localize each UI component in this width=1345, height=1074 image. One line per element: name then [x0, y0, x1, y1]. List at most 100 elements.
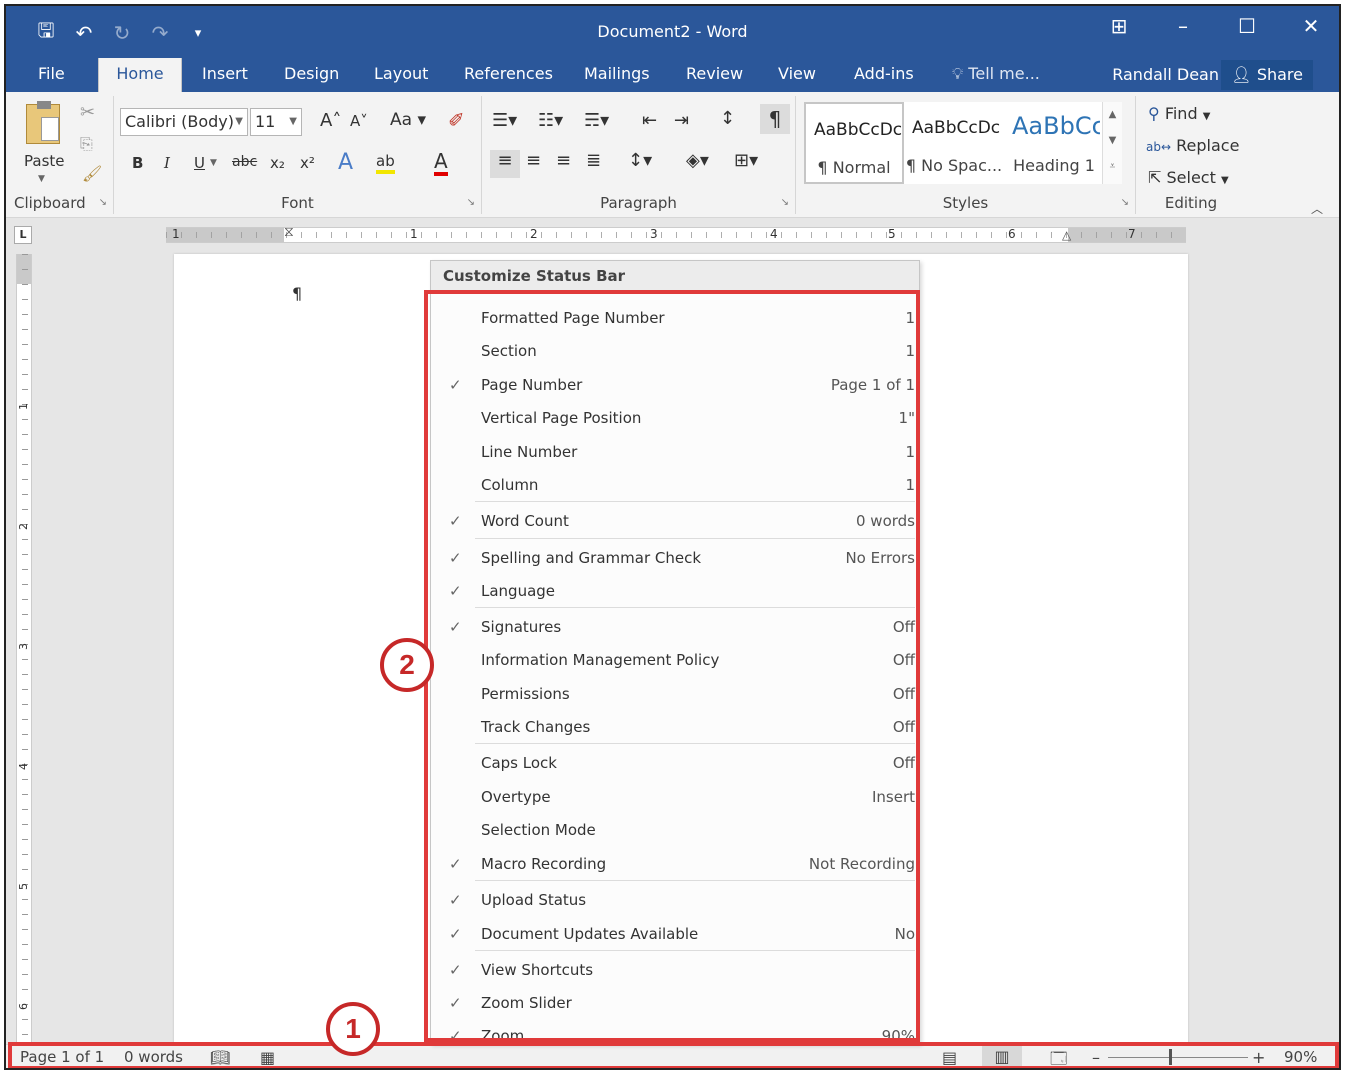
vertical-ruler[interactable]: 1 2 3 4 5 6	[16, 254, 32, 1044]
clear-formatting-icon[interactable]: ✐	[448, 108, 465, 132]
tab-design[interactable]: Design	[270, 58, 353, 92]
ribbon-home: Paste ▼ ✂ ⎘ 🖌︎ Clipboard ↘ Calibri (Body…	[6, 92, 1339, 218]
align-left-icon[interactable]: ≡	[490, 150, 520, 178]
underline-button[interactable]: U	[194, 154, 205, 172]
bold-button[interactable]: B	[132, 154, 143, 172]
sort-icon[interactable]: ↕	[720, 108, 735, 129]
line-spacing-icon[interactable]: ↕▾	[628, 150, 652, 171]
ruler-number: 6	[1008, 227, 1016, 241]
superscript-button[interactable]: x²	[300, 154, 315, 172]
maximize-icon[interactable]: ☐	[1233, 14, 1261, 38]
font-name-combo[interactable]: Calibri (Body) ▼	[120, 108, 248, 136]
style-name: ¶ No Spac...	[905, 156, 1003, 175]
text-effects-icon[interactable]: A	[338, 150, 353, 175]
font-size-combo[interactable]: 11 ▼	[250, 108, 302, 136]
collapse-ribbon-icon[interactable]: ︿	[1311, 200, 1323, 217]
gallery-more-icon[interactable]: ⩡	[1103, 154, 1122, 180]
decrease-indent-icon[interactable]: ⇤	[642, 110, 657, 131]
bullets-icon[interactable]: ☰▾	[492, 110, 517, 131]
paste-dropdown-icon[interactable]: ▼	[38, 174, 45, 184]
tab-home[interactable]: Home	[98, 58, 182, 92]
find-label: Find	[1164, 104, 1198, 123]
tab-layout[interactable]: Layout	[360, 58, 442, 92]
multilevel-list-icon[interactable]: ☴▾	[584, 110, 609, 131]
tab-insert[interactable]: Insert	[188, 58, 262, 92]
highlight-icon[interactable]: ab	[376, 152, 395, 174]
tab-view[interactable]: View	[764, 58, 830, 92]
replace-button[interactable]: ab↔ Replace	[1146, 136, 1239, 155]
paragraph-mark-icon: ¶	[292, 284, 303, 303]
ribbon-tabs: File Home Insert Design Layout Reference…	[6, 58, 1339, 92]
ruler-number: 1	[410, 227, 418, 241]
group-font: Calibri (Body) ▼ 11 ▼ A˄ A˅ Aa ▾ ✐ B I U ▼…	[114, 96, 482, 214]
select-button[interactable]: ⇱ Select ▼	[1148, 168, 1229, 187]
subscript-button[interactable]: x₂	[270, 154, 285, 172]
style-sample: AaBbCc	[1012, 112, 1100, 140]
ruler-number: 4	[770, 227, 778, 241]
numbering-icon[interactable]: ☷▾	[538, 110, 563, 131]
tell-me-box[interactable]: 💡︎ Tell me...	[938, 58, 1054, 92]
ruler-number: 2	[17, 523, 30, 530]
cursor-icon: ⇱	[1148, 168, 1162, 187]
styles-launcher-icon[interactable]: ↘	[1121, 197, 1129, 208]
style-normal[interactable]: AaBbCcDc ¶ Normal	[804, 102, 904, 184]
shading-icon[interactable]: ◈▾	[686, 150, 709, 171]
tab-mailings[interactable]: Mailings	[570, 58, 664, 92]
find-button[interactable]: ⚲ Find ▼	[1148, 104, 1210, 123]
annotation-box-menu	[424, 290, 920, 1042]
align-center-icon[interactable]: ≡	[526, 150, 541, 171]
indent-marker-icon[interactable]: ⧖	[284, 224, 294, 240]
ribbon-display-icon[interactable]: ⊞	[1105, 14, 1133, 38]
show-formatting-icon[interactable]: ¶	[760, 104, 790, 134]
style-no-spacing[interactable]: AaBbCcDc ¶ No Spac...	[904, 102, 1004, 184]
font-color-icon[interactable]: A	[434, 150, 448, 176]
shrink-font-icon[interactable]: A˅	[350, 112, 368, 130]
tab-add-ins[interactable]: Add-ins	[840, 58, 928, 92]
italic-button[interactable]: I	[164, 154, 170, 172]
format-painter-icon[interactable]: 🖌︎	[82, 164, 102, 183]
group-clipboard: Paste ▼ ✂ ⎘ 🖌︎ Clipboard ↘	[6, 96, 114, 214]
justify-icon[interactable]: ≣	[586, 150, 601, 171]
font-size-value: 11	[255, 112, 276, 131]
ruler-number: 7	[1128, 227, 1136, 241]
close-icon[interactable]: ✕	[1297, 14, 1325, 38]
font-group-label: Font	[281, 194, 314, 212]
ruler-number: 1	[172, 227, 180, 241]
person-icon: 👤︎	[1231, 65, 1252, 84]
tab-selector[interactable]: L	[14, 226, 32, 244]
styles-group-label: Styles	[942, 194, 989, 212]
group-editing: ⚲ Find ▼ ab↔ Replace ⇱ Select ▼ Editing	[1136, 96, 1246, 214]
scroll-down-icon[interactable]: ▼	[1103, 128, 1122, 154]
share-label: Share	[1256, 65, 1303, 84]
strikethrough-button[interactable]: abc	[232, 154, 257, 170]
copy-icon[interactable]: ⎘	[80, 134, 93, 154]
right-indent-marker-icon[interactable]: △	[1062, 228, 1071, 242]
scroll-up-icon[interactable]: ▲	[1103, 102, 1122, 128]
paragraph-launcher-icon[interactable]: ↘	[781, 197, 789, 208]
increase-indent-icon[interactable]: ⇥	[674, 110, 689, 131]
ruler-number: 3	[17, 643, 30, 650]
share-button[interactable]: 👤︎ Share	[1221, 60, 1313, 90]
ruler-number: 1	[17, 403, 30, 410]
group-styles: AaBbCcDc ¶ Normal AaBbCcDc ¶ No Spac... …	[796, 96, 1136, 214]
user-name[interactable]: Randall Dean	[1112, 58, 1219, 92]
cut-icon[interactable]: ✂	[80, 102, 95, 123]
tab-review[interactable]: Review	[672, 58, 757, 92]
tab-file[interactable]: File	[24, 58, 79, 92]
group-paragraph: ☰▾ ☷▾ ☴▾ ⇤ ⇥ ↕ ¶ ≡ ≡ ≡ ≣ ↕▾ ◈▾ ⊞▾ Paragr…	[482, 96, 796, 214]
clipboard-launcher-icon[interactable]: ↘	[99, 197, 107, 208]
paste-icon[interactable]	[26, 101, 60, 144]
styles-gallery-scroll[interactable]: ▲ ▼ ⩡	[1102, 102, 1122, 184]
align-right-icon[interactable]: ≡	[556, 150, 571, 171]
tell-me-label: Tell me...	[968, 64, 1040, 83]
minimize-icon[interactable]: –	[1169, 14, 1197, 38]
paste-label[interactable]: Paste	[24, 152, 65, 170]
horizontal-ruler[interactable]: 1 1 2 3 4 5 6 7 ⧖ △	[166, 224, 1186, 243]
underline-dropdown-icon[interactable]: ▼	[210, 158, 217, 168]
change-case-icon[interactable]: Aa ▾	[390, 110, 426, 130]
grow-font-icon[interactable]: A˄	[320, 110, 341, 131]
borders-icon[interactable]: ⊞▾	[734, 150, 758, 171]
font-launcher-icon[interactable]: ↘	[467, 197, 475, 208]
style-heading-1[interactable]: AaBbCc Heading 1	[1004, 102, 1104, 184]
tab-references[interactable]: References	[450, 58, 567, 92]
